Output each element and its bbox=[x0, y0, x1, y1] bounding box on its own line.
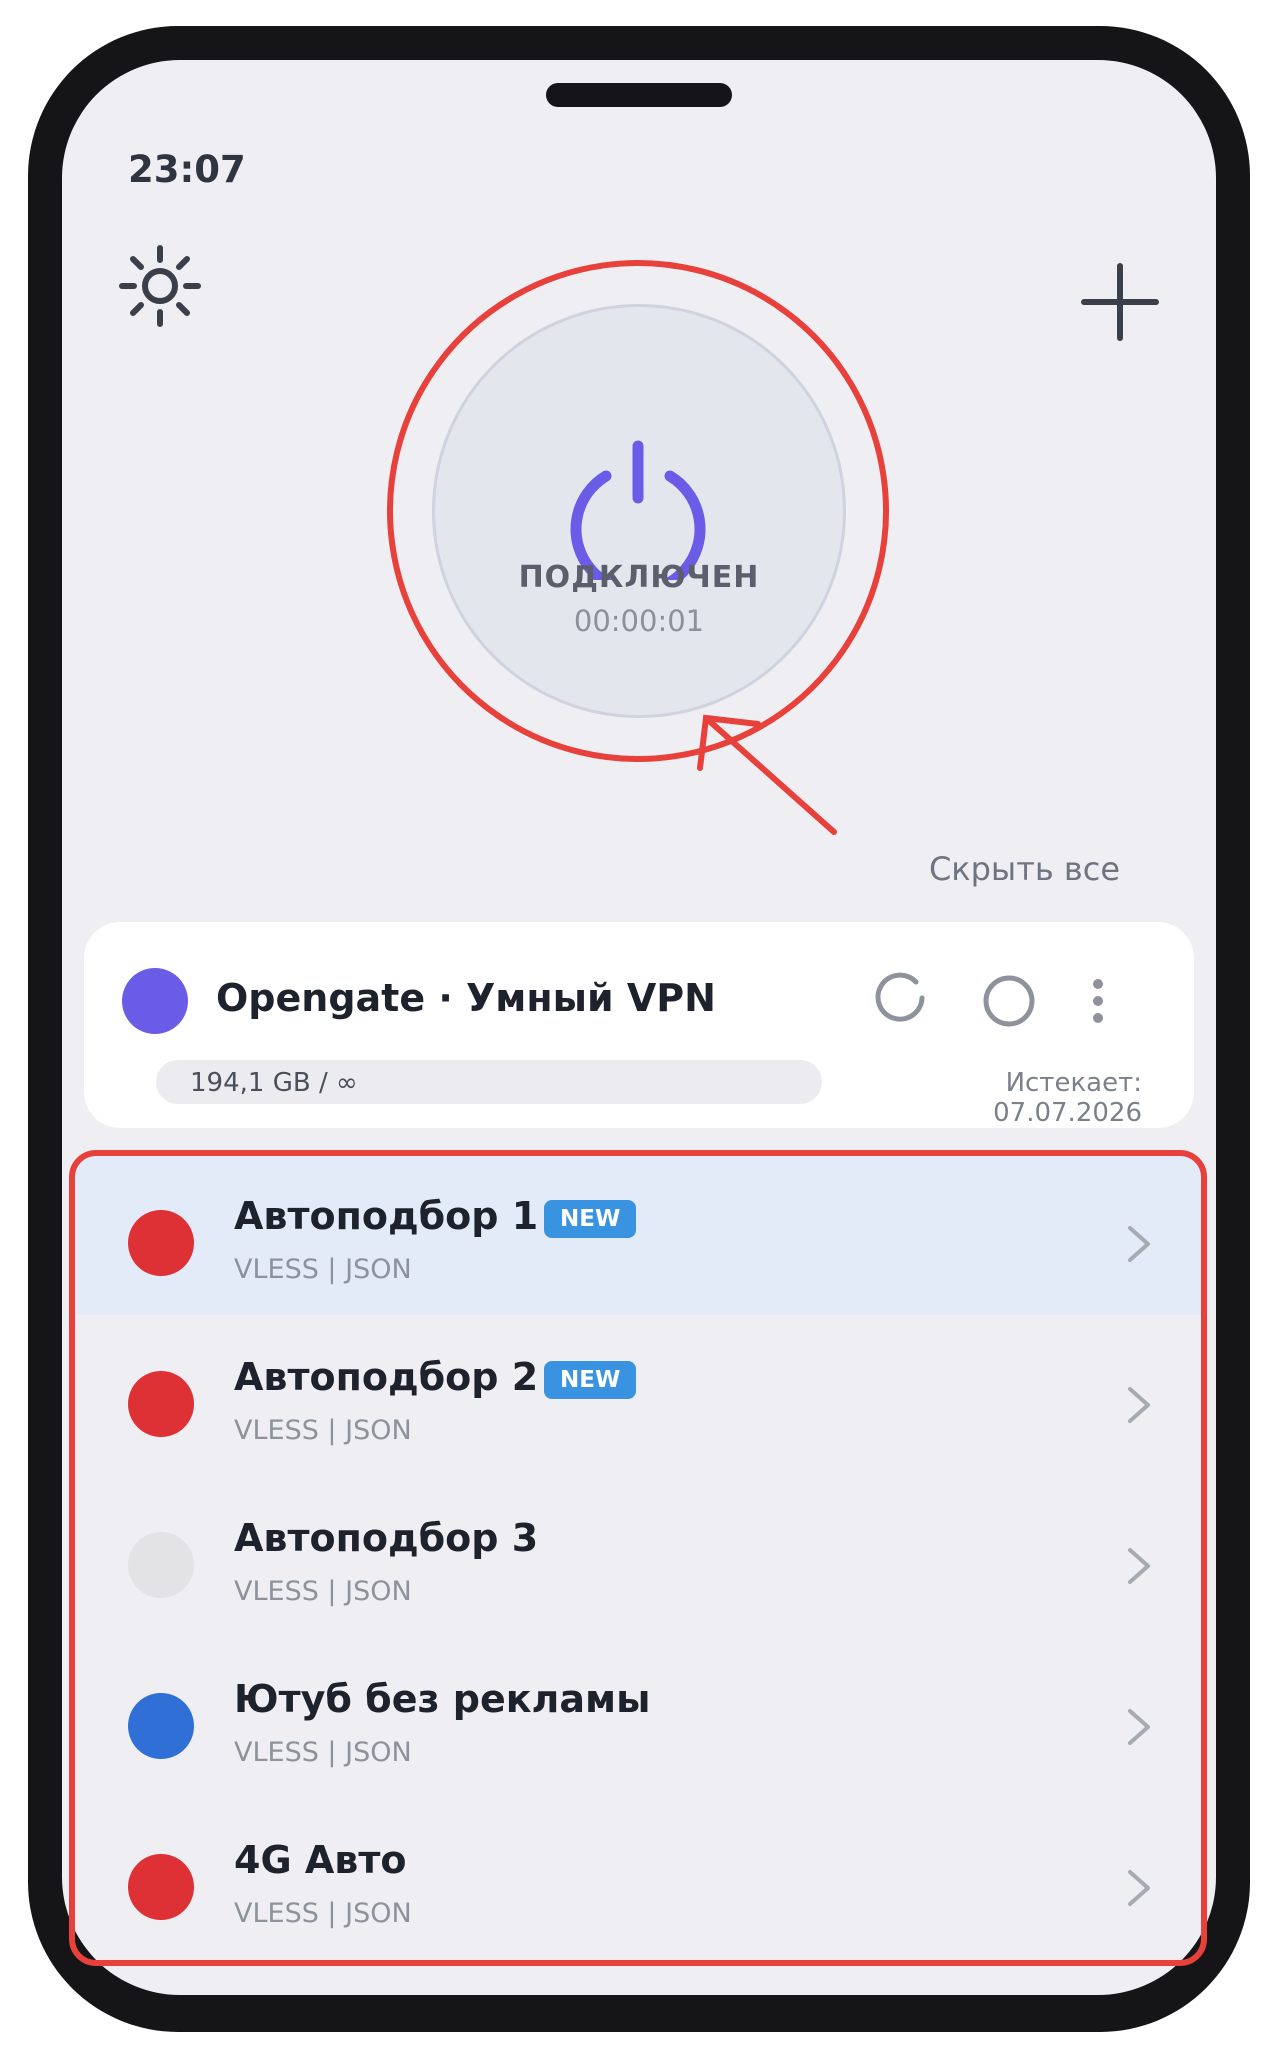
server-name: Автоподбор 2 bbox=[234, 1355, 539, 1399]
more-vertical-icon[interactable] bbox=[1088, 978, 1108, 1024]
server-status-dot bbox=[128, 1210, 194, 1276]
refresh-icon[interactable] bbox=[872, 968, 928, 1024]
phone-notch bbox=[546, 83, 732, 107]
subscription-card[interactable]: Opengate · Умный VPN 194,1 GB / ∞ Истека… bbox=[84, 922, 1194, 1128]
server-protocol: VLESS | JSON bbox=[234, 1254, 412, 1285]
server-row[interactable]: 4G Авто VLESS | JSON bbox=[76, 1798, 1202, 1959]
server-row[interactable]: Автоподбор 3 VLESS | JSON bbox=[76, 1476, 1202, 1637]
new-badge: NEW bbox=[544, 1200, 637, 1238]
server-name: Ютуб без рекламы bbox=[234, 1677, 651, 1721]
server-list: Автоподбор 1 NEW VLESS | JSON Автоподбор… bbox=[76, 1154, 1202, 1959]
server-status-dot bbox=[128, 1854, 194, 1920]
server-protocol: VLESS | JSON bbox=[234, 1898, 412, 1929]
server-status-dot bbox=[128, 1532, 194, 1598]
expiry-date: Истекает: 07.07.2026 bbox=[993, 1068, 1142, 1128]
server-protocol: VLESS | JSON bbox=[234, 1415, 412, 1446]
hide-all-link[interactable]: Скрыть все bbox=[880, 850, 1120, 888]
chevron-right-icon bbox=[1128, 1387, 1150, 1423]
sun-gear-icon[interactable] bbox=[118, 244, 202, 328]
server-row[interactable]: Автоподбор 1 NEW VLESS | JSON bbox=[76, 1154, 1202, 1315]
new-badge: NEW bbox=[544, 1361, 637, 1399]
server-protocol: VLESS | JSON bbox=[234, 1737, 412, 1768]
server-status-dot bbox=[128, 1693, 194, 1759]
subscription-color-dot bbox=[122, 968, 188, 1034]
chevron-right-icon bbox=[1128, 1226, 1150, 1262]
server-protocol: VLESS | JSON bbox=[234, 1576, 412, 1607]
chevron-right-icon bbox=[1128, 1548, 1150, 1584]
server-name: Автоподбор 1 bbox=[234, 1194, 539, 1238]
server-row[interactable]: Автоподбор 2 NEW VLESS | JSON bbox=[76, 1315, 1202, 1476]
status-bar-time: 23:07 bbox=[128, 148, 246, 191]
chevron-right-icon bbox=[1128, 1709, 1150, 1745]
server-row[interactable]: Ютуб без рекламы VLESS | JSON bbox=[76, 1637, 1202, 1798]
usage-text: 194,1 GB / ∞ bbox=[190, 1068, 358, 1098]
circle-icon[interactable] bbox=[982, 974, 1036, 1028]
connection-status: ПОДКЛЮЧЕН bbox=[518, 560, 760, 595]
server-status-dot bbox=[128, 1371, 194, 1437]
power-icon bbox=[570, 440, 706, 580]
plus-icon[interactable] bbox=[1080, 262, 1160, 342]
subscription-name: Opengate · Умный VPN bbox=[216, 976, 716, 1020]
chevron-right-icon bbox=[1128, 1870, 1150, 1906]
server-name: Автоподбор 3 bbox=[234, 1516, 539, 1560]
connection-timer: 00:00:01 bbox=[573, 604, 705, 638]
server-name: 4G Авто bbox=[234, 1838, 407, 1882]
